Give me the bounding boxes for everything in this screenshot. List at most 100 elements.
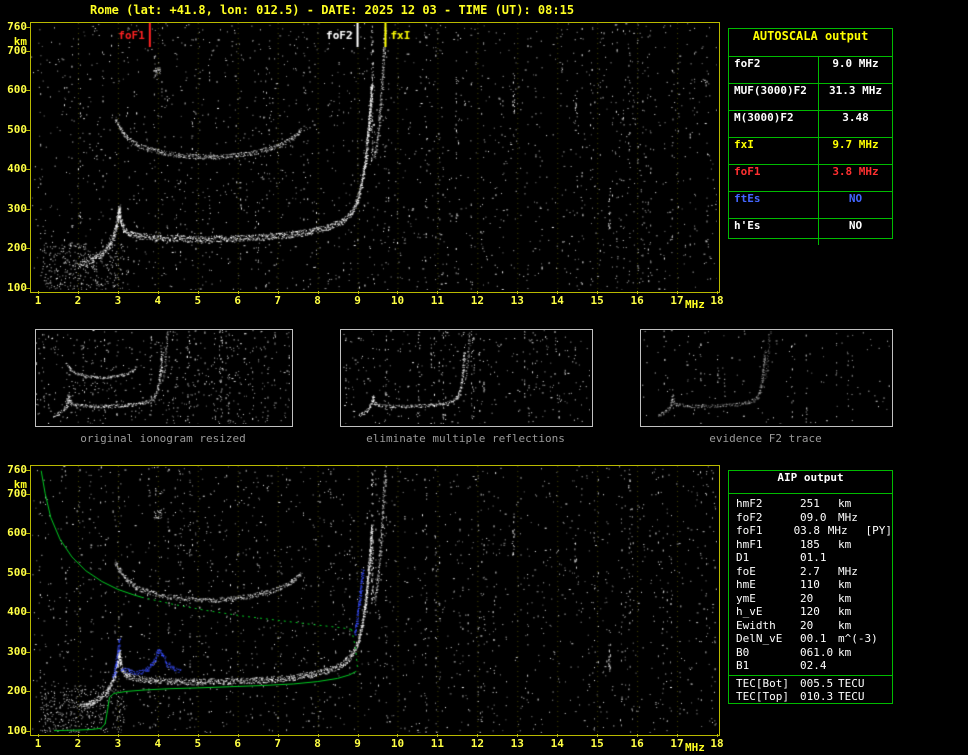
y-tick-label: 200 <box>7 684 27 698</box>
autoscala-row-label: fxI <box>729 138 819 164</box>
y-tick-label: 600 <box>7 526 27 540</box>
aip-row-unit: MHz <box>827 524 848 537</box>
y-tick-label: 500 <box>7 122 27 136</box>
x-tick-label: 8 <box>314 737 321 750</box>
autoscala-row-label: h'Es <box>729 219 819 245</box>
thumbnail-original-canvas <box>36 330 290 424</box>
aip-row-unit: km <box>838 605 852 618</box>
aip-row-value: 00.1 <box>800 632 827 645</box>
y-tick-label: 600 <box>7 83 27 97</box>
aip-row-value: 2.7 <box>800 564 820 578</box>
aip-row-value: 185 <box>800 537 820 551</box>
aip-row: hmF2 251 km <box>729 497 892 511</box>
x-tick-label: 5 <box>194 737 202 750</box>
aip-row-label: h_vE <box>736 605 763 618</box>
x-tick-label: 17 <box>670 294 684 307</box>
bottom-ionogram-canvas <box>31 466 717 733</box>
autoscala-row: M(3000)F2 3.48 <box>729 111 892 138</box>
station-date-title: Rome (lat: +41.8, lon: 012.5) - DATE: 20… <box>90 3 575 17</box>
thumbnail-eliminate-reflections-canvas <box>341 330 590 424</box>
aip-row-extra <box>880 551 892 565</box>
aip-row-value: 20 <box>800 618 814 632</box>
autoscala-row-value: 9.7 MHz <box>832 138 879 151</box>
x-tick-label: 2 <box>74 737 82 750</box>
x-tick-label: 6 <box>234 737 242 750</box>
aip-row-extra <box>880 659 892 673</box>
y-tick-label: 100 <box>7 724 27 738</box>
aip-row-unit: m^(-3) <box>838 632 878 645</box>
x-tick-label: 15 <box>590 737 604 750</box>
top-ionogram-panel <box>30 22 720 293</box>
x-tick-label: 2 <box>74 294 82 307</box>
x-tick-label: 16 <box>630 294 644 307</box>
x-tick-label: 6 <box>234 294 242 307</box>
x-axis-unit-label: MHz <box>685 298 705 311</box>
autoscala-output-table: AUTOSCALA output foF2 9.0 MHz MUF(3000)F2 3… <box>728 28 893 245</box>
autoscala-row-value: 9.0 MHz <box>832 57 879 70</box>
autoscala-row-value: 3.8 MHz <box>832 165 879 178</box>
aip-row-extra <box>880 578 892 592</box>
thumbnail-caption-evidence: evidence F2 trace <box>709 432 822 445</box>
thumbnail-caption-original: original ionogram resized <box>80 432 246 445</box>
aip-row-unit: TECU <box>838 690 865 703</box>
aip-row-value: 010.3 <box>800 690 834 703</box>
autoscala-row-label: foF2 <box>729 57 819 83</box>
aip-row-extra: [PY] <box>865 524 893 537</box>
aip-row-value: 20 <box>800 591 814 605</box>
y-tick-label: 760 <box>7 19 27 33</box>
aip-row-unit: km <box>838 618 852 632</box>
aip-row-label: TEC[Top] <box>736 690 789 703</box>
x-tick-label: 17 <box>670 737 684 750</box>
aip-row: B0 061.0 km <box>729 646 892 660</box>
aip-row-label: B1 <box>736 659 750 672</box>
thumbnail-original-ionogram <box>35 329 293 427</box>
autoscala-row: MUF(3000)F2 31.3 MHz <box>729 84 892 111</box>
aip-row-unit: km <box>838 537 852 551</box>
autoscala-row-value: 3.48 <box>842 111 869 124</box>
autoscala-row: foF1 3.8 MHz <box>729 165 892 192</box>
aip-row-unit: km <box>838 591 852 605</box>
x-tick-label: 18 <box>710 737 724 750</box>
aip-row-extra <box>880 592 892 606</box>
x-tick-label: 7 <box>274 294 281 307</box>
x-tick-label: 7 <box>274 737 281 750</box>
y-tick-label: 760 <box>7 462 27 476</box>
aip-row-label: ymE <box>736 591 756 605</box>
aip-row: DelN_vE 00.1 m^(-3) <box>729 632 892 646</box>
x-tick-label: 14 <box>550 294 564 307</box>
autoscala-row-label: M(3000)F2 <box>729 111 819 137</box>
aip-row-unit <box>838 659 880 673</box>
x-tick-label: 1 <box>34 737 42 750</box>
autoscala-row: fxI 9.7 MHz <box>729 138 892 165</box>
autoscala-row: h'Es NO <box>729 219 892 245</box>
autoscala-row: foF2 9.0 MHz <box>729 57 892 84</box>
y-axis-unit-label: km <box>13 477 27 491</box>
x-tick-label: 11 <box>430 294 445 307</box>
aip-row-unit: TECU <box>838 676 865 690</box>
aip-table-body: hmF2 251 km foF2 09.0 MHz foF1 03.8 MHz [PY] hmF1 1… <box>729 494 892 673</box>
autoscala-row-value: NO <box>848 219 863 232</box>
y-tick-label: 700 <box>7 43 27 57</box>
x-tick-label: 8 <box>314 294 321 307</box>
x-tick-label: 12 <box>470 737 484 750</box>
y-tick-label: 100 <box>7 281 27 295</box>
aip-row-extra <box>880 619 892 633</box>
aip-table-header: AIP output <box>729 471 892 494</box>
aip-row-label: B0 <box>736 645 750 659</box>
aip-row-value: 01.1 <box>800 551 827 564</box>
x-tick-label: 11 <box>430 737 445 750</box>
aip-row-value: 110 <box>800 578 820 591</box>
aip-row-value: 09.0 <box>800 510 827 524</box>
x-tick-label: 1 <box>34 294 42 307</box>
x-tick-label: 10 <box>390 294 405 307</box>
y-tick-label: 400 <box>7 162 27 176</box>
aip-row: foF1 03.8 MHz [PY] <box>729 524 892 538</box>
x-tick-label: 3 <box>114 737 122 750</box>
aip-row-unit <box>838 551 880 565</box>
x-tick-label: 9 <box>354 294 361 307</box>
x-tick-label: 15 <box>590 294 604 307</box>
autoscala-table-body: foF2 9.0 MHz MUF(3000)F2 31.3 MHz M(3000)F2 3… <box>729 57 892 245</box>
aip-row-label: Ewidth <box>736 618 776 632</box>
aip-row-label: foE <box>736 564 756 578</box>
aip-row-label: DelN_vE <box>736 632 783 645</box>
